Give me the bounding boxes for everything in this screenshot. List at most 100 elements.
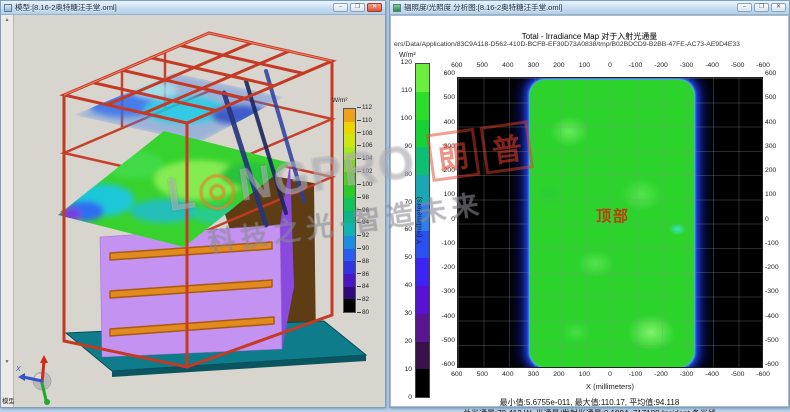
map-colorbar-segment	[416, 342, 429, 370]
model-colorbar-segment	[344, 198, 355, 211]
model-colorbar-tick: 96	[357, 207, 379, 214]
scroll-up-icon[interactable]: ▲	[1, 17, 13, 23]
y-axis-tick: 400	[765, 119, 783, 127]
y-axis-tick: -600	[765, 361, 783, 369]
x-axis-tick: -100	[623, 371, 649, 378]
model-3d-viewport[interactable]: X W/m² 112110108106104102100989694929088…	[14, 15, 385, 407]
y-axis-tick: 600	[437, 70, 455, 78]
close-button[interactable]: ✕	[367, 3, 382, 12]
model-colorbar-segment	[344, 172, 355, 185]
y-axis-tick: 0	[437, 216, 455, 224]
y-axis-tick: 300	[765, 143, 783, 151]
x-axis-tick: 300	[521, 62, 547, 69]
irradiance-map-canvas[interactable]: 顶部	[457, 77, 763, 368]
x-axis-tick: 200	[546, 62, 572, 69]
x-axis-tick: 500	[470, 62, 496, 69]
y-axis-tick: 500	[765, 94, 783, 102]
map-colorbar-tick: 100	[393, 115, 412, 123]
x-axis-tick: 100	[572, 62, 598, 69]
model-colorbar-segment	[344, 249, 355, 262]
y-axis-tick: -100	[437, 240, 455, 248]
y-axis-tick: -300	[437, 288, 455, 296]
stats-line-1: 最小值:5.6755e-011, 最大值:110.17, 平均值:94.118	[391, 397, 788, 408]
y-axis-tick: 100	[437, 191, 455, 199]
map-colorbar-segment	[416, 64, 429, 92]
x-axis-tick: -600	[750, 371, 776, 378]
map-colorbar-segment	[416, 120, 429, 148]
scroll-down-icon[interactable]: ▼	[1, 359, 13, 365]
model-colorbar-segment	[344, 299, 355, 312]
model-colorbar-segment	[344, 274, 355, 287]
y-axis-ticks-left: 6005004003002001000-100-200-300-400-500-…	[437, 70, 455, 369]
x-axis-tick: -500	[725, 371, 751, 378]
y-axis-tick: 100	[765, 191, 783, 199]
mdi-workspace: 模型:[8.16-2奥特糖汪手堂.oml] – ❐ ✕ ▲ ▼ 模型	[0, 0, 790, 412]
model-colorbar-segment	[344, 160, 355, 173]
model-window-icon	[4, 4, 12, 12]
irradiance-window-icon	[393, 4, 401, 12]
model-colorbar-tick: 112	[357, 104, 379, 111]
map-colorbar-tick: 80	[393, 171, 412, 179]
y-axis-tick: -500	[437, 337, 455, 345]
model-colorbar-tick: 104	[357, 155, 379, 162]
map-colorbar-tick: 70	[393, 199, 412, 207]
y-axis-tick: 200	[437, 167, 455, 175]
x-axis-tick: -400	[699, 371, 725, 378]
irradiance-window-titlebar[interactable]: 辐照度/光照度 分析图:[8.16-2奥特糖汪手堂.oml] – ❐ ✕	[390, 1, 789, 15]
x-axis-tick: 500	[470, 371, 496, 378]
map-colorbar-tick: 120	[393, 59, 412, 67]
close-button[interactable]: ✕	[771, 3, 786, 12]
model-colorbar-tick: 94	[357, 219, 379, 226]
model-colorbar-tick: 108	[357, 130, 379, 137]
model-colorbar-ticks: 1121101081061041021009896949290888684828…	[357, 104, 379, 316]
model-colorbar-tick: 90	[357, 245, 379, 252]
x-axis-tick: -200	[648, 371, 674, 378]
model-colorbar-segment	[344, 147, 355, 160]
model-3d-scene: X	[14, 15, 385, 407]
y-axis-tick: -400	[437, 313, 455, 321]
map-colorbar-ticks: 1201101009080706050403020100	[393, 59, 412, 402]
y-axis-label: Y (millimeters)	[415, 171, 424, 271]
y-axis-tick: 200	[765, 167, 783, 175]
model-window-titlebar[interactable]: 模型:[8.16-2奥特糖汪手堂.oml] – ❐ ✕	[1, 1, 385, 15]
restore-button[interactable]: ❐	[754, 3, 769, 12]
minimize-button[interactable]: –	[737, 3, 752, 12]
model-colorbar-segment	[344, 236, 355, 249]
model-colorbar-tick: 106	[357, 142, 379, 149]
irradiance-window-title: 辐照度/光照度 分析图:[8.16-2奥特糖汪手堂.oml]	[404, 2, 737, 13]
map-colorbar-segment	[416, 369, 429, 397]
map-annotation: 顶部	[596, 205, 630, 226]
model-colorbar-segment	[344, 134, 355, 147]
map-colorbar-tick: 30	[393, 310, 412, 318]
map-colorbar-tick: 60	[393, 226, 412, 234]
y-axis-tick: 400	[437, 119, 455, 127]
model-window-title: 模型:[8.16-2奥特糖汪手堂.oml]	[15, 2, 333, 13]
x-axis-tick: 400	[495, 62, 521, 69]
y-axis-tick: -500	[765, 337, 783, 345]
y-axis-ticks-right: 6005004003002001000-100-200-300-400-500-…	[765, 70, 783, 369]
model-colorbar-tick: 86	[357, 271, 379, 278]
y-axis-tick: 0	[765, 216, 783, 224]
x-axis-tick: 600	[444, 62, 470, 69]
y-axis-tick: 600	[765, 70, 783, 78]
y-axis-tick: -200	[765, 264, 783, 272]
minimize-button[interactable]: –	[333, 3, 348, 12]
x-axis-tick: -200	[648, 62, 674, 69]
x-axis-tick: 600	[444, 371, 470, 378]
map-data-path: ers/Data/Application/83C9A118-D562-410D-…	[394, 41, 785, 48]
stats-line-2: 总光通量:73.412 W, 光通量/发射光通量:0.1894, 717108 …	[391, 408, 788, 412]
model-colorbar-segment	[344, 185, 355, 198]
model-colorbar-segment	[344, 287, 355, 300]
x-axis-tick: 100	[572, 371, 598, 378]
side-toolbar-strip: ▲ ▼	[1, 15, 14, 407]
x-axis-tick: 0	[597, 62, 623, 69]
map-colorbar-segment	[416, 286, 429, 314]
model-colorbar-tick: 100	[357, 181, 379, 188]
y-axis-tick: -100	[765, 240, 783, 248]
model-colorbar-tick: 102	[357, 168, 379, 175]
model-window-body: ▲ ▼ 模型	[1, 15, 385, 407]
restore-button[interactable]: ❐	[350, 3, 365, 12]
x-axis-tick: -500	[725, 62, 751, 69]
model-colorbar-segment	[344, 211, 355, 224]
y-axis-tick: 300	[437, 143, 455, 151]
